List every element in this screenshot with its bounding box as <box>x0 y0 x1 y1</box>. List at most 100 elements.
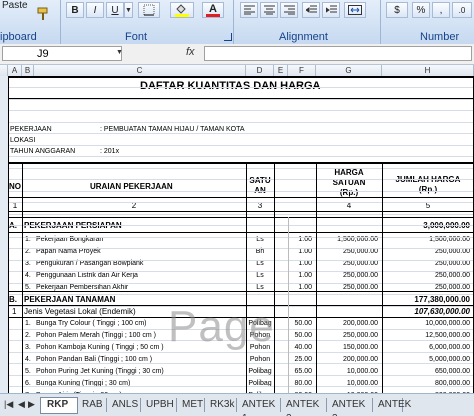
column-header-h[interactable]: H <box>382 65 474 76</box>
column-header-b[interactable]: B <box>22 65 34 76</box>
section-b-item-price: 10,000.00 <box>346 380 378 387</box>
bold-button[interactable]: B <box>66 2 84 18</box>
font-dialog-launcher-icon[interactable] <box>224 33 232 41</box>
tab-upbh[interactable]: UPBH <box>140 398 177 412</box>
group-separator <box>380 0 381 44</box>
formula-input[interactable] <box>204 46 472 61</box>
merge-center-button[interactable] <box>344 2 366 18</box>
tab-antek[interactable]: ANTEK <box>372 398 411 412</box>
border-line <box>382 162 383 393</box>
prev-sheet-icon[interactable]: ◀ <box>18 399 25 410</box>
border-line <box>8 260 474 261</box>
section-a-item-no: 4. <box>25 272 31 279</box>
column-header-a[interactable]: A <box>8 65 22 76</box>
tab-met[interactable]: MET <box>176 398 205 412</box>
align-left-button[interactable] <box>240 2 258 18</box>
section-a-item-qty: 1.00 <box>298 272 312 279</box>
tab-antek-2[interactable]: ANTEK 2 <box>280 398 327 416</box>
border-line <box>8 76 9 162</box>
sheet-title: DAFTAR KUANTITAS DAN HARGA <box>140 80 321 92</box>
align-left-icon <box>243 5 255 15</box>
border-line <box>8 156 474 157</box>
border-line <box>8 110 474 111</box>
accounting-format-button[interactable]: $ <box>386 2 408 18</box>
align-right-button[interactable] <box>280 2 298 18</box>
section-b-item-total: 800,000.00 <box>434 380 470 387</box>
format-painter-icon[interactable] <box>36 7 50 21</box>
name-box[interactable]: J9 <box>2 46 122 61</box>
font-color-button[interactable]: A <box>202 2 224 18</box>
decrease-indent-button[interactable] <box>302 2 320 18</box>
section-b-item-qty: 80.00 <box>294 380 312 387</box>
tab-rk3k[interactable]: RK3k <box>204 398 237 412</box>
next-sheet-icon[interactable]: ▶ <box>28 399 35 410</box>
tab-antek-3[interactable]: ANTEK 3 <box>326 398 373 416</box>
excel-window: Paste ipboard B I U ▼ A Font Alignment $… <box>0 0 474 416</box>
column-header-c[interactable]: C <box>34 65 246 76</box>
font-color-swatch <box>206 13 220 17</box>
border-line <box>8 145 474 146</box>
section-b-item-no: 1. <box>25 320 31 327</box>
column-header-e[interactable]: E <box>274 65 288 76</box>
column-header-g[interactable]: G <box>316 65 382 76</box>
insert-function-icon[interactable]: fx <box>186 46 195 58</box>
sheet-tab-bar: |◀ ◀ ▶ RKPRABANLSUPBHMETRK3kANTEK 1ANTEK… <box>0 393 474 416</box>
section-a-item-price: 250,000.00 <box>342 272 378 279</box>
clipboard-group-label: ipboard <box>0 31 37 43</box>
column-header-d[interactable]: D <box>246 65 274 76</box>
underline-button[interactable]: U <box>106 2 124 18</box>
decrease-indent-icon <box>305 5 317 13</box>
section-a-total: 3,000,000.00 <box>382 221 470 231</box>
group-separator <box>60 0 61 44</box>
border-line <box>8 294 474 295</box>
header-jumlah-line2: (Rp.) <box>418 185 438 194</box>
border-line <box>8 386 474 387</box>
tab-anls[interactable]: ANLS <box>106 398 141 412</box>
name-box-dropdown[interactable]: ▼ <box>116 49 123 56</box>
border-line <box>8 162 9 393</box>
border-line <box>8 133 474 134</box>
border-line <box>8 162 474 164</box>
border-line <box>8 168 474 169</box>
section-b-item-name: Bunga Try Colour ( Tinggi ; 100 cm) <box>36 320 147 327</box>
section-b-total: 177,380,000.00 <box>414 295 470 304</box>
border-line <box>8 363 474 364</box>
section-b-item-total: 10,000,000.00 <box>425 320 470 327</box>
section-b-title: PEKERJAAN TANAMAN <box>24 295 116 304</box>
border-line <box>8 214 474 215</box>
worksheet-grid[interactable]: DAFTAR KUANTITAS DAN HARGA PEKERJAAN : P… <box>0 76 474 393</box>
tab-rkp[interactable]: RKP <box>40 397 78 414</box>
border-line <box>8 375 474 376</box>
formula-bar: J9 ▼ fx <box>0 44 474 65</box>
border-line <box>22 162 23 393</box>
border-line <box>8 211 474 212</box>
section-b-item-no: 6. <box>25 380 31 387</box>
section-a-no: A. <box>9 221 17 231</box>
align-center-button[interactable] <box>260 2 278 18</box>
increase-decimal-button[interactable]: .0 <box>452 2 472 18</box>
increase-indent-button[interactable] <box>322 2 340 18</box>
section-b-item-qty: 50.00 <box>294 320 312 327</box>
border-line <box>8 76 474 78</box>
number-group-label: Number <box>420 31 460 43</box>
border-line <box>8 179 474 180</box>
section-a-title: PEKERJAAN PERSIAPAN <box>24 221 122 231</box>
column-header-f[interactable]: F <box>288 65 316 76</box>
select-all-corner[interactable] <box>0 65 8 76</box>
increase-indent-icon <box>325 5 337 13</box>
subsection-b1-title: Jenis Vegetasi Lokal (Endemik) <box>24 307 136 316</box>
percent-format-button[interactable]: % <box>412 2 430 18</box>
tab-rab[interactable]: RAB <box>76 398 107 412</box>
comma-format-button[interactable]: , <box>432 2 450 18</box>
border-line <box>8 202 474 203</box>
borders-button[interactable] <box>138 2 160 18</box>
subsection-b1-total: 107,630,000.00 <box>414 307 470 316</box>
italic-button[interactable]: I <box>86 2 104 18</box>
border-line <box>8 248 474 249</box>
fill-color-button[interactable] <box>170 2 194 18</box>
paste-button[interactable]: Paste <box>2 0 28 11</box>
tab-antek-1[interactable]: ANTEK 1 <box>236 398 281 416</box>
first-sheet-icon[interactable]: |◀ <box>4 399 13 410</box>
header-satuan-line1: SATU <box>249 176 271 185</box>
underline-dropdown[interactable]: ▼ <box>124 2 133 18</box>
